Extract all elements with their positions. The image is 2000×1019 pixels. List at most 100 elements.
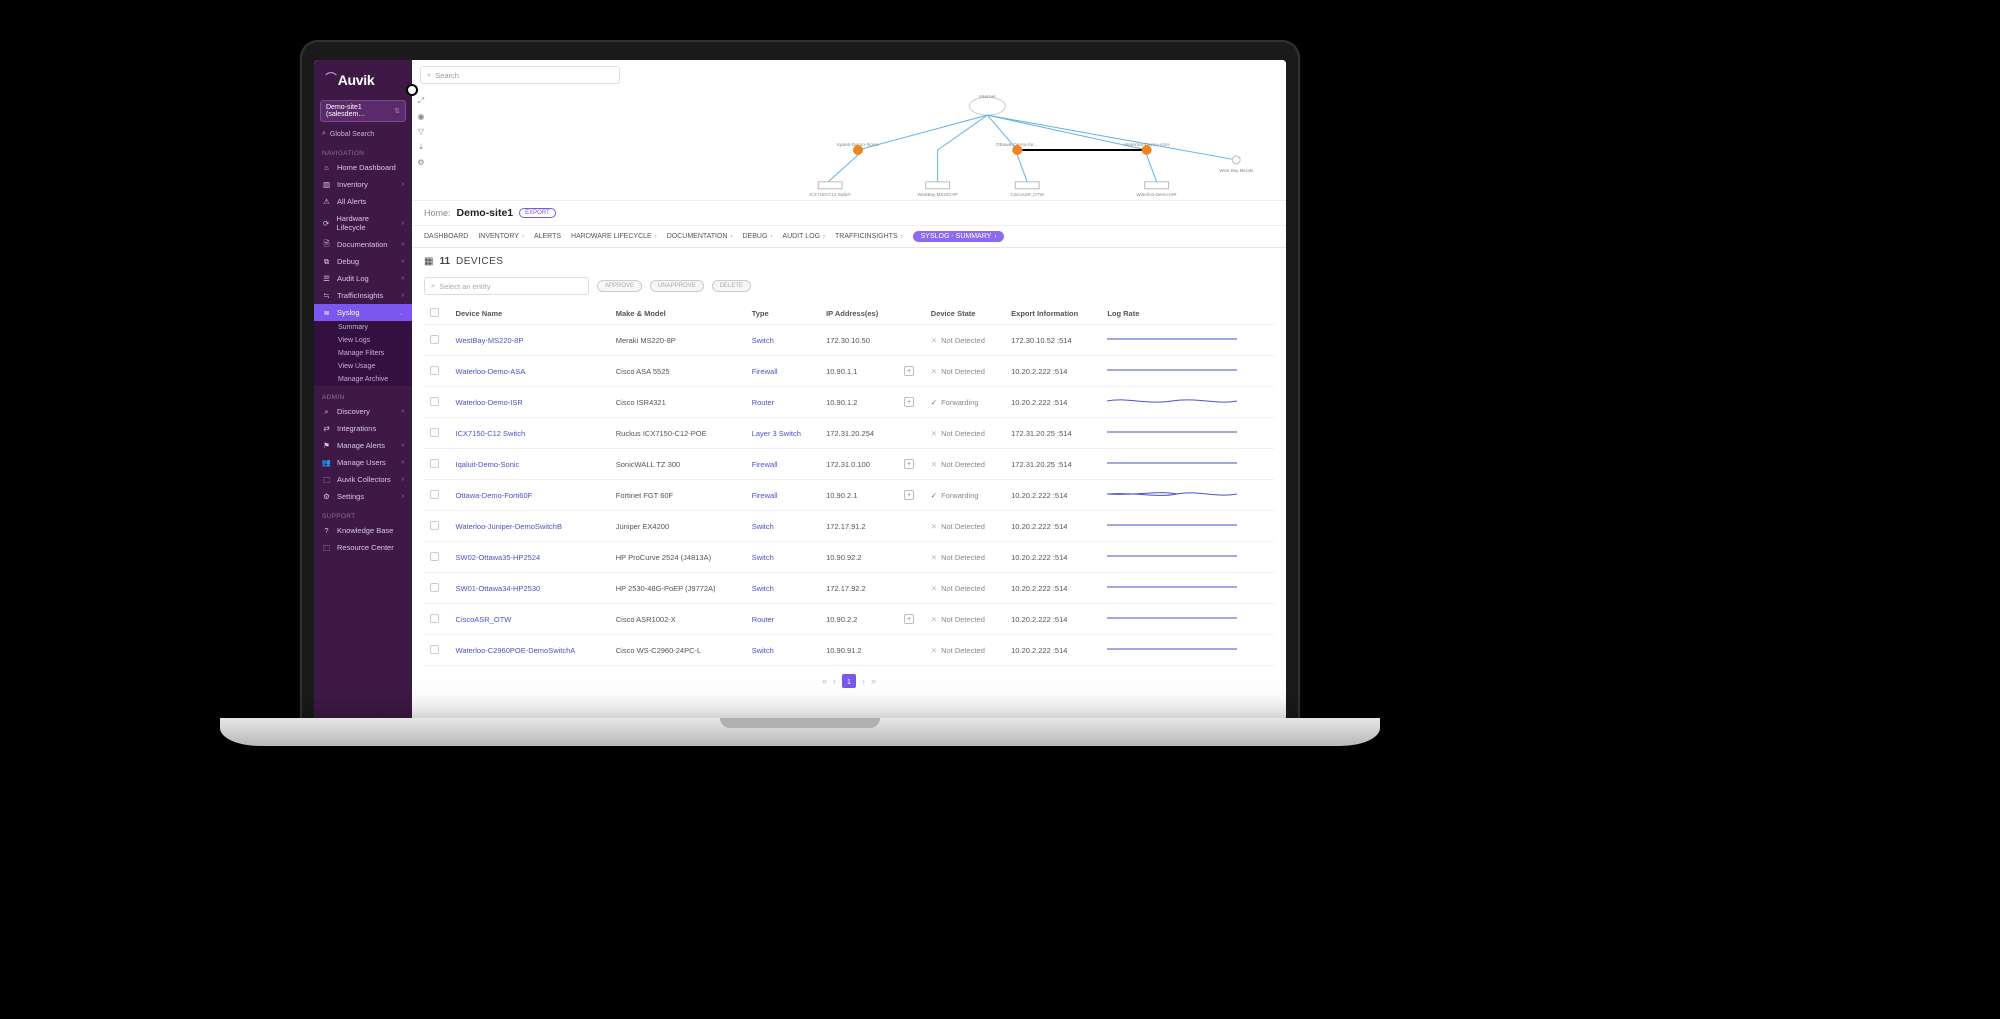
column-header[interactable]: IP Address(es) — [820, 303, 898, 325]
unapprove-button[interactable]: UNAPPROVE — [650, 280, 704, 292]
expand-ip-icon[interactable]: + — [904, 490, 914, 500]
table-row[interactable]: SW01-Ottawa34-HP2530HP 2530-48G-PoEP (J9… — [424, 573, 1274, 604]
tab-syslog-summary[interactable]: SYSLOG - SUMMARY › — [913, 231, 1005, 242]
device-name-link[interactable]: Ottawa-Demo-Forti60F — [456, 491, 533, 500]
sidebar-item-settings[interactable]: ⚙Settings› — [314, 488, 412, 505]
device-name-link[interactable]: Iqaluit-Demo-Sonic — [456, 460, 520, 469]
device-type-link[interactable]: Firewall — [752, 491, 778, 500]
tab-inventory[interactable]: INVENTORY › — [478, 233, 524, 240]
device-name-link[interactable]: ICX7150-C12 Switch — [456, 429, 526, 438]
entity-select[interactable]: ⌕ Select an entity — [424, 277, 589, 295]
table-row[interactable]: Waterloo-Demo-ASACisco ASA 5525Firewall1… — [424, 356, 1274, 387]
device-type-link[interactable]: Router — [752, 398, 775, 407]
expand-ip-icon[interactable]: + — [904, 614, 914, 624]
device-name-link[interactable]: Waterloo-Demo-ASA — [456, 367, 526, 376]
topology-collapse-icon[interactable] — [406, 84, 418, 96]
device-name-link[interactable]: SW01-Ottawa34-HP2530 — [456, 584, 541, 593]
column-header[interactable]: Device Name — [450, 303, 610, 325]
table-row[interactable]: WestBay-MS220-8PMeraki MS220-8PSwitch172… — [424, 325, 1274, 356]
row-checkbox[interactable] — [430, 397, 439, 406]
export-button[interactable]: EXPORT — [519, 208, 556, 218]
table-row[interactable]: Iqaluit-Demo-SonicSonicWALL TZ 300Firewa… — [424, 449, 1274, 480]
tab-documentation[interactable]: DOCUMENTATION › — [667, 233, 733, 240]
table-row[interactable]: Waterloo-Juniper-DemoSwitchBJuniper EX42… — [424, 511, 1274, 542]
table-row[interactable]: Waterloo-C2960POE-DemoSwitchACisco WS-C2… — [424, 635, 1274, 666]
sidebar-item-home-dashboard[interactable]: ⌂Home Dashboard — [314, 159, 412, 176]
device-name-link[interactable]: Waterloo-Juniper-DemoSwitchB — [456, 522, 562, 531]
device-type-link[interactable]: Switch — [752, 336, 774, 345]
device-type-link[interactable]: Switch — [752, 584, 774, 593]
sidebar-item-manage-alerts[interactable]: ⚑Manage Alerts› — [314, 437, 412, 454]
global-search[interactable]: ⌕ Global Search — [314, 126, 412, 142]
tab-hardware-lifecycle[interactable]: HARDWARE LIFECYCLE › — [571, 233, 657, 240]
sidebar-item-audit-log[interactable]: ☰Audit Log› — [314, 270, 412, 287]
device-type-link[interactable]: Switch — [752, 553, 774, 562]
sidebar-item-auvik-collectors[interactable]: ⬚Auvik Collectors› — [314, 471, 412, 488]
row-checkbox[interactable] — [430, 335, 439, 344]
sidebar-item-resource-center[interactable]: ⬚Resource Center — [314, 539, 412, 556]
prev-page-icon[interactable]: ‹ — [833, 676, 836, 686]
column-header[interactable]: Type — [746, 303, 820, 325]
sidebar-item-manage-users[interactable]: 👥Manage Users› — [314, 454, 412, 471]
table-row[interactable]: Waterloo-Demo-ISRCisco ISR4321Router10.9… — [424, 387, 1274, 418]
tab-alerts[interactable]: ALERTS — [534, 233, 561, 240]
filter-icon[interactable]: ▽ — [418, 127, 424, 136]
device-type-link[interactable]: Layer 3 Switch — [752, 429, 801, 438]
device-name-link[interactable]: CiscoASR_OTW — [456, 615, 512, 624]
page-number[interactable]: 1 — [842, 674, 856, 688]
next-page-icon[interactable]: › — [862, 676, 865, 686]
expand-ip-icon[interactable]: + — [904, 366, 914, 376]
device-type-link[interactable]: Router — [752, 615, 775, 624]
sidebar-item-documentation[interactable]: 🗎Documentation› — [314, 236, 412, 253]
approve-button[interactable]: APPROVE — [597, 280, 642, 292]
device-type-link[interactable]: Firewall — [752, 367, 778, 376]
column-header[interactable]: Export Information — [1005, 303, 1101, 325]
delete-button[interactable]: DELETE — [712, 280, 751, 292]
column-header[interactable]: Device State — [925, 303, 1005, 325]
search-input[interactable]: ⌕ Search — [420, 66, 620, 84]
device-name-link[interactable]: Waterloo-C2960POE-DemoSwitchA — [456, 646, 576, 655]
topology-map[interactable]: ⤢ ◉ ▽ ⤓ ⚙ Internet — [412, 90, 1286, 200]
download-icon[interactable]: ⤓ — [419, 142, 423, 152]
device-type-link[interactable]: Firewall — [752, 460, 778, 469]
table-row[interactable]: ICX7150-C12 SwitchRuckus ICX7150-C12-POE… — [424, 418, 1274, 449]
sidebar-item-discovery[interactable]: ⌕Discovery› — [314, 403, 412, 420]
column-header[interactable]: Make & Model — [610, 303, 746, 325]
row-checkbox[interactable] — [430, 490, 439, 499]
device-name-link[interactable]: WestBay-MS220-8P — [456, 336, 524, 345]
tab-trafficinsights[interactable]: TRAFFICINSIGHTS › — [835, 233, 903, 240]
row-checkbox[interactable] — [430, 614, 439, 623]
sidebar-item-integrations[interactable]: ⇄Integrations — [314, 420, 412, 437]
expand-ip-icon[interactable]: + — [904, 459, 914, 469]
table-row[interactable]: Ottawa-Demo-Forti60FFortinet FGT 60FFire… — [424, 480, 1274, 511]
sidebar-item-syslog[interactable]: ≣Syslog ⌄ — [314, 304, 412, 321]
row-checkbox[interactable] — [430, 645, 439, 654]
sidebar-subitem-manage-filters[interactable]: Manage Filters — [314, 347, 412, 360]
sidebar-item-hardware-lifecycle[interactable]: ⟳Hardware Lifecycle› — [314, 210, 412, 236]
row-checkbox[interactable] — [430, 428, 439, 437]
device-type-link[interactable]: Switch — [752, 646, 774, 655]
sidebar-item-all-alerts[interactable]: ⚠All Alerts — [314, 193, 412, 210]
row-checkbox[interactable] — [430, 366, 439, 375]
row-checkbox[interactable] — [430, 583, 439, 592]
expand-ip-icon[interactable]: + — [904, 397, 914, 407]
sidebar-item-debug[interactable]: ⧉Debug› — [314, 253, 412, 270]
last-page-icon[interactable]: » — [871, 676, 876, 686]
site-selector[interactable]: Demo-site1 (salesdem… ⇅ — [320, 100, 406, 122]
row-checkbox[interactable] — [430, 552, 439, 561]
fit-icon[interactable]: ⤢ — [418, 96, 424, 106]
select-all-checkbox[interactable] — [430, 308, 439, 317]
column-header[interactable] — [898, 303, 925, 325]
column-header[interactable]: Log Rate — [1101, 303, 1274, 325]
sidebar-subitem-summary[interactable]: Summary — [314, 321, 412, 334]
tab-audit-log[interactable]: AUDIT LOG › — [782, 233, 825, 240]
table-row[interactable]: CiscoASR_OTWCisco ASR1002-XRouter10.90.2… — [424, 604, 1274, 635]
device-name-link[interactable]: Waterloo-Demo-ISR — [456, 398, 523, 407]
sidebar-item-knowledge-base[interactable]: ?Knowledge Base — [314, 522, 412, 539]
sidebar-item-trafficinsights[interactable]: ≒TrafficInsights› — [314, 287, 412, 304]
eye-icon[interactable]: ◉ — [418, 112, 425, 121]
tab-debug[interactable]: DEBUG › — [743, 233, 773, 240]
sidebar-subitem-manage-archive[interactable]: Manage Archive — [314, 373, 412, 386]
gear-icon[interactable]: ⚙ — [417, 158, 424, 167]
row-checkbox[interactable] — [430, 521, 439, 530]
